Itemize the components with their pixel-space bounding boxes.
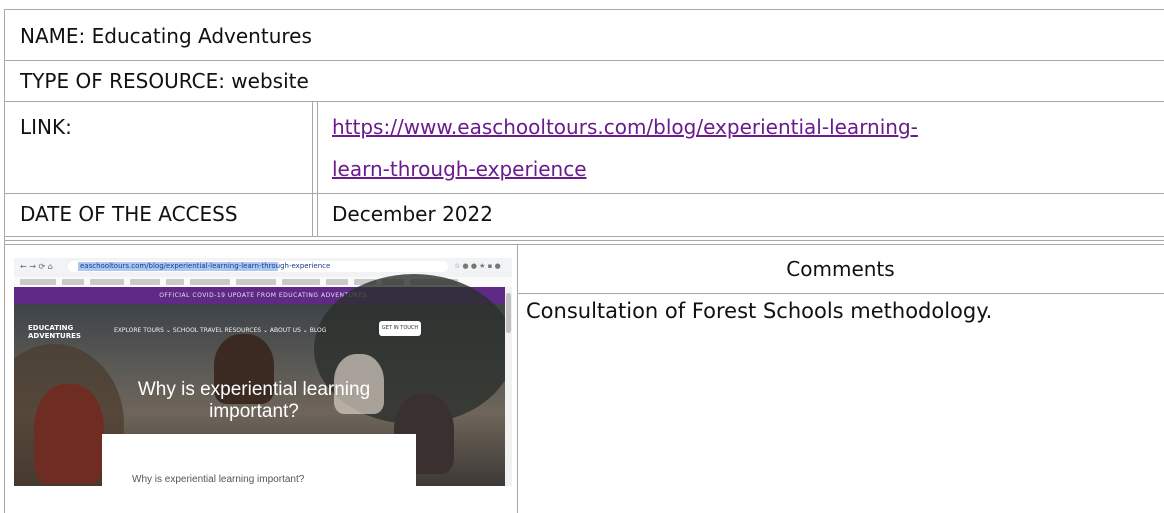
resource-name: NAME: Educating Adventures [20,24,312,48]
site-logo: EDUCATING ADVENTURES [28,324,81,340]
link-label: LINK: [20,115,72,139]
table-border-link-divider-inner [317,101,318,236]
resource-link-line-1[interactable]: https://www.easchooltours.com/blog/exper… [332,112,918,142]
table-border-row1 [4,60,1164,61]
access-date-value: December 2022 [332,202,493,226]
comments-body: Consultation of Forest Schools methodolo… [526,299,993,323]
comments-header: Comments [786,257,895,281]
access-date-label: DATE OF THE ACCESS [20,202,238,226]
browser-url: easchooltours.com/blog/experiential-lear… [80,262,331,270]
site-article-card: Why is experiential learning important? [102,434,416,486]
browser-extension-icons: ☆ ● ● ★ ▪ ● [454,262,501,270]
table-border-left [4,9,5,513]
site-scrollbar [505,287,512,486]
site-hero-title: Why is experiential learning important? [137,379,371,422]
browser-address-bar: easchooltours.com/blog/experiential-lear… [68,261,448,272]
comments-header-border [517,293,1164,294]
logo-line-1: EDUCATING [28,324,74,332]
table-border-link-divider [312,101,313,236]
resource-type: TYPE OF RESOURCE: website [20,69,309,93]
table-border-row4c [4,244,1164,245]
table-border-row4a [4,236,1164,237]
site-nav: EXPLORE TOURS ⌄ SCHOOL TRAVEL RESOURCES … [114,327,327,334]
site-cta-button: GET IN TOUCH [379,321,421,336]
table-border-row3 [4,193,1164,194]
table-border-row4b [4,240,1164,241]
table-border-row2 [4,101,1164,102]
resource-link-line-2[interactable]: learn-through-experience [332,154,587,184]
table-border-top [4,9,1164,10]
logo-line-2: ADVENTURES [28,332,81,340]
website-screenshot: ← → ⟳ ⌂ easchooltours.com/blog/experient… [14,258,512,486]
table-border-image-divider [517,244,518,513]
browser-toolbar: ← → ⟳ ⌂ easchooltours.com/blog/experient… [14,258,512,277]
site-card-text: Why is experiential learning important? [132,474,305,485]
browser-nav-icons: ← → ⟳ ⌂ [20,262,53,271]
